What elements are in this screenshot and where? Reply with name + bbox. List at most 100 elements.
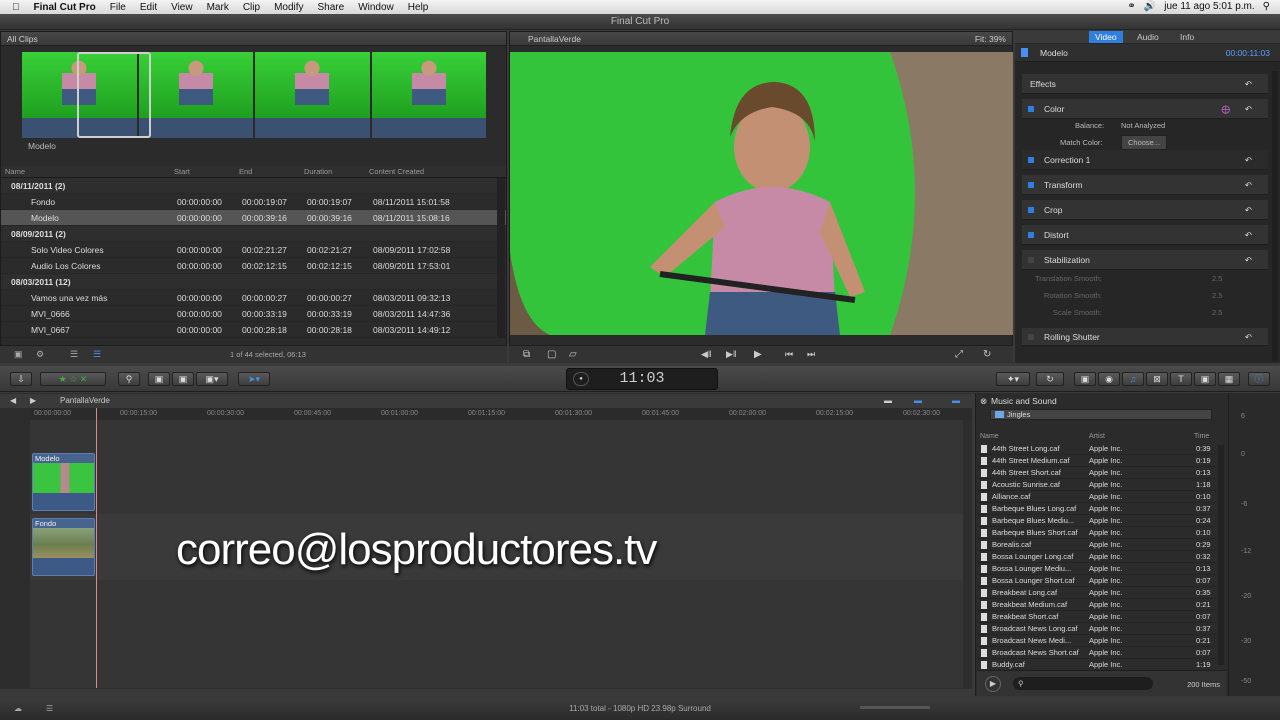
music-search-field[interactable]: ⚲ xyxy=(1013,677,1153,690)
reset-icon[interactable]: ↶ xyxy=(1245,74,1252,94)
video-frame[interactable] xyxy=(510,52,1013,335)
music-row[interactable]: Buddy.caf Apple Inc. 1:19 xyxy=(977,659,1217,669)
enable-checkbox[interactable] xyxy=(1028,182,1034,188)
enable-checkbox[interactable] xyxy=(1028,334,1034,340)
date-group-row[interactable]: 08/11/2011 (2) xyxy=(1,178,506,194)
music-row[interactable]: Breakbeat Medium.caf Apple Inc. 0:21 xyxy=(977,599,1217,611)
list-mode-icon[interactable]: ☰ xyxy=(93,349,101,360)
music-row[interactable]: Barbeque Blues Long.caf Apple Inc. 0:37 xyxy=(977,503,1217,515)
match-color-button[interactable]: Choose... xyxy=(1121,135,1168,150)
clip-row[interactable]: Modelo 00:00:00:00 00:00:39:16 00:00:39:16 0… xyxy=(1,210,506,226)
music-row[interactable]: Barbeque Blues Mediu... Apple Inc. 0:24 xyxy=(977,515,1217,527)
music-row[interactable]: Bossa Lounger Short.caf Apple Inc. 0:07 xyxy=(977,575,1217,587)
reset-icon[interactable]: ↶ xyxy=(1245,328,1252,346)
date-group-row[interactable]: 08/03/2011 (12) xyxy=(1,274,506,290)
play-icon[interactable]: ▶ xyxy=(754,349,762,360)
apple-icon[interactable]:  xyxy=(12,2,20,13)
menu-view[interactable]: View xyxy=(171,2,193,13)
menu-file[interactable]: File xyxy=(110,2,126,13)
clip-row[interactable]: Audio Los Colores 00:00:00:00 00:02:12:15 0… xyxy=(1,258,506,274)
reset-icon[interactable]: ↶ xyxy=(1245,250,1252,270)
filmstrip-toggle-icon[interactable]: ▣ xyxy=(14,349,23,360)
col-name[interactable]: Name xyxy=(980,433,999,440)
clip-row[interactable]: MVI_0667 00:00:00:00 00:00:28:18 00:00:28:1… xyxy=(1,322,506,338)
clip-row[interactable]: Fondo 00:00:00:00 00:00:19:07 00:00:19:07 08… xyxy=(1,194,506,210)
date-group-row[interactable]: 08/09/2011 (2) xyxy=(1,226,506,242)
music-row[interactable]: Broadcast News Short.caf Apple Inc. 0:07 xyxy=(977,647,1217,659)
menu-mark[interactable]: Mark xyxy=(207,2,229,13)
loop-icon[interactable]: ↻ xyxy=(983,349,991,360)
fullscreen-icon[interactable]: ⤢ xyxy=(955,349,963,360)
retime-button[interactable]: ↻ xyxy=(1036,372,1064,386)
enable-checkbox[interactable] xyxy=(1028,207,1034,213)
inspector-scrollbar[interactable] xyxy=(1272,71,1278,361)
crop-section[interactable]: Crop ↶ xyxy=(1022,200,1268,220)
forward-arrow-icon[interactable]: ▶ xyxy=(30,394,36,408)
reset-icon[interactable]: ↶ xyxy=(1245,175,1252,195)
music-row[interactable]: Acoustic Sunrise.caf Apple Inc. 1:18 xyxy=(977,479,1217,491)
keyword-button[interactable]: ⚲ xyxy=(118,372,140,386)
prev-edit-icon[interactable]: ⏮ xyxy=(785,349,793,360)
menu-window[interactable]: Window xyxy=(358,2,394,13)
transform-tool-icon[interactable]: ▢ xyxy=(547,349,556,360)
wifi-icon[interactable]: ⚭ xyxy=(1127,1,1135,12)
timeline-clip-fondo[interactable]: Fondo xyxy=(32,518,95,576)
col-name[interactable]: Name xyxy=(5,166,25,178)
connect-button[interactable]: ▣ xyxy=(148,372,170,386)
photo-browser-button[interactable]: ◉ xyxy=(1098,372,1120,386)
col-artist[interactable]: Artist xyxy=(1089,433,1105,440)
music-row[interactable]: Alliance.caf Apple Inc. 0:10 xyxy=(977,491,1217,503)
all-clips-popup[interactable]: All Clips xyxy=(1,32,506,46)
enable-checkbox[interactable] xyxy=(1028,232,1034,238)
audio-skim-icon[interactable]: ▬ xyxy=(914,394,922,408)
reset-icon[interactable]: ↶ xyxy=(1245,225,1252,245)
menu-app[interactable]: Final Cut Pro xyxy=(34,2,96,13)
enable-checkbox[interactable] xyxy=(1028,157,1034,163)
music-row[interactable]: Borealis.caf Apple Inc. 0:29 xyxy=(977,539,1217,551)
clip-row[interactable]: MVI_0666 00:00:00:00 00:00:33:19 00:00:33:1… xyxy=(1,306,506,322)
effects-section[interactable]: Effects ↶ xyxy=(1022,74,1268,94)
tab-video[interactable]: Video xyxy=(1089,31,1123,43)
titles-button[interactable]: T xyxy=(1170,372,1192,386)
play-around-icon[interactable]: ▶‖ xyxy=(726,349,737,360)
timeline-index-icon[interactable]: ☰ xyxy=(46,698,53,720)
list-scrollbar[interactable] xyxy=(497,178,505,338)
themes-button[interactable]: ▦ xyxy=(1218,372,1240,386)
menu-modify[interactable]: Modify xyxy=(274,2,303,13)
reset-icon[interactable]: ↶ xyxy=(1245,99,1252,119)
music-row[interactable]: Barbeque Blues Short.caf Apple Inc. 0:10 xyxy=(977,527,1217,539)
reset-icon[interactable]: ↶ xyxy=(1245,200,1252,220)
inspector-button[interactable]: ⓘ xyxy=(1248,372,1270,386)
music-row[interactable]: Bossa Lounger Long.caf Apple Inc. 0:32 xyxy=(977,551,1217,563)
audio-meters-icon[interactable]: ☁ xyxy=(14,698,22,720)
music-row[interactable]: Breakbeat Long.caf Apple Inc. 0:35 xyxy=(977,587,1217,599)
enhance-button[interactable]: ✦▾ xyxy=(996,372,1030,386)
col-start[interactable]: Start xyxy=(174,166,190,178)
menu-edit[interactable]: Edit xyxy=(140,2,157,13)
snap-icon[interactable]: ▬ xyxy=(952,394,960,408)
effects-browser-button[interactable]: ▣ xyxy=(1074,372,1096,386)
enable-checkbox[interactable] xyxy=(1028,257,1034,263)
transitions-button[interactable]: ⊠ xyxy=(1146,372,1168,386)
col-created[interactable]: Content Created xyxy=(369,166,424,178)
tab-info[interactable]: Info xyxy=(1180,31,1194,43)
filmstrip-selection[interactable] xyxy=(77,52,151,138)
music-row[interactable]: Broadcast News Long.caf Apple Inc. 0:37 xyxy=(977,623,1217,635)
zoom-popup[interactable]: Fit: 39% xyxy=(975,32,1006,46)
spotlight-icon[interactable]: ⚲ xyxy=(1263,1,1270,12)
clip-row[interactable]: Vamos una vez más 00:00:00:00 00:00:00:27 0… xyxy=(1,290,506,306)
music-row[interactable]: 44th Street Long.caf Apple Inc. 0:39 xyxy=(977,443,1217,455)
music-row[interactable]: 44th Street Short.caf Apple Inc. 0:13 xyxy=(977,467,1217,479)
insert-button[interactable]: ▣ xyxy=(172,372,194,386)
col-time[interactable]: Time xyxy=(1194,433,1209,440)
next-edit-icon[interactable]: ⏭ xyxy=(807,349,815,360)
music-row[interactable]: Bossa Lounger Mediu... Apple Inc. 0:13 xyxy=(977,563,1217,575)
play-preview-icon[interactable]: ▶ xyxy=(985,676,1001,692)
music-browser-button[interactable]: ♫ xyxy=(1122,372,1144,386)
music-row[interactable]: Broadcast News Medi... Apple Inc. 0:21 xyxy=(977,635,1217,647)
music-folder-popup[interactable]: Jingles xyxy=(990,409,1212,420)
reset-icon[interactable]: ↶ xyxy=(1245,150,1252,170)
transform-section[interactable]: Transform ↶ xyxy=(1022,175,1268,195)
dashboard-timecode[interactable]: ● 11:03 xyxy=(566,368,718,390)
music-row[interactable]: Breakbeat Short.caf Apple Inc. 0:07 xyxy=(977,611,1217,623)
